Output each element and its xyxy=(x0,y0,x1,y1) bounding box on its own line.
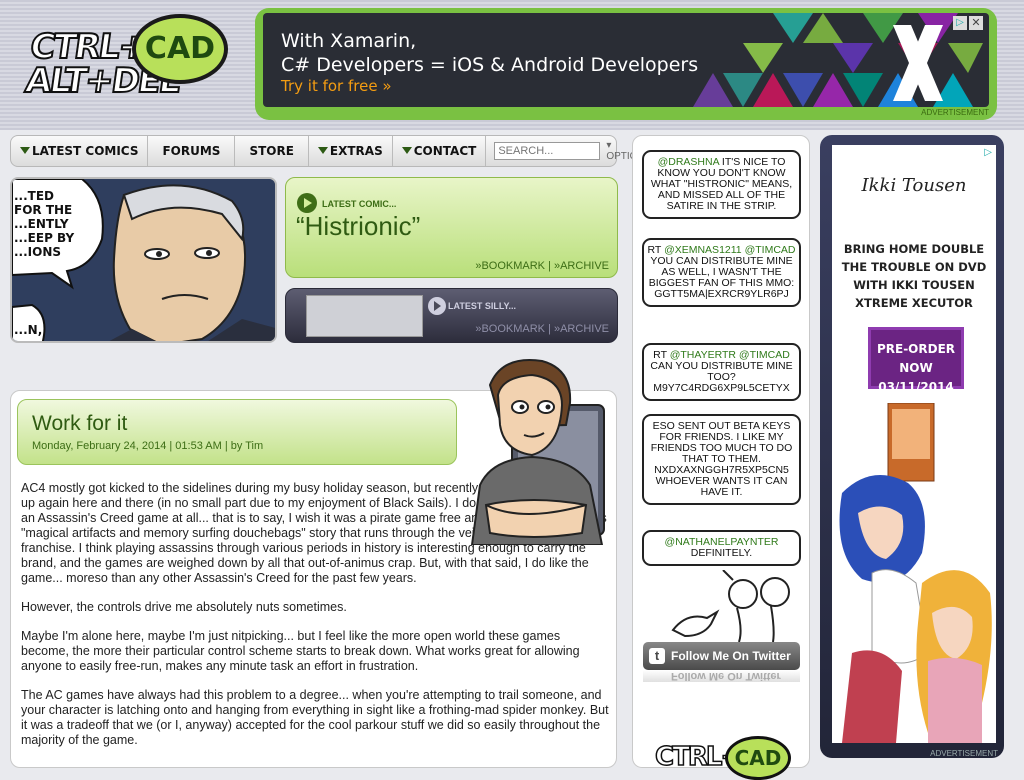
comic-speech-text-2: ...N, xyxy=(14,323,43,337)
side-ad-brand: Ikki Tousen xyxy=(861,175,967,196)
logo-cad-badge: CAD xyxy=(132,14,228,84)
tweet[interactable]: ESO SENT OUT BETA KEYS FOR FRIENDS. I LI… xyxy=(642,414,801,505)
post-paragraph-4: The AC games have always had this proble… xyxy=(21,688,609,747)
play-icon[interactable] xyxy=(297,193,317,213)
top-ad-content[interactable]: With Xamarin, C# Developers = iOS & Andr… xyxy=(263,13,989,107)
latest-comic-links[interactable]: »BOOKMARK | »ARCHIVE xyxy=(475,260,609,272)
nav-contact[interactable]: CONTACT xyxy=(393,136,487,166)
side-ad-preorder-button[interactable]: PRE-ORDER NOW 03/11/2014 xyxy=(868,327,964,394)
twitter-icon: t xyxy=(649,648,665,664)
play-icon[interactable] xyxy=(428,297,446,315)
latest-silly-label: LATEST SILLY... xyxy=(448,301,517,311)
latest-comic-label: LATEST COMIC... xyxy=(322,199,397,209)
top-ad-label: ADVERTISEMENT xyxy=(921,108,989,117)
post-meta: Monday, February 24, 2014 | 01:53 AM | b… xyxy=(32,440,264,452)
dropdown-arrow-icon xyxy=(317,147,328,154)
top-ad-headline: With Xamarin, C# Developers = iOS & Andr… xyxy=(281,30,699,76)
side-ad-artwork xyxy=(839,403,992,743)
silly-thumbnail[interactable] xyxy=(306,295,423,337)
side-ad-text: BRING HOME DOUBLE THE TROUBLE ON DVD WIT… xyxy=(841,242,987,310)
ad-info-icon[interactable]: ▷ xyxy=(953,16,967,30)
nav-latest-comics[interactable]: LATEST COMICS xyxy=(11,136,149,166)
dropdown-arrow-icon xyxy=(20,147,30,154)
side-ad-content[interactable]: ▷ Ikki Tousen BRING HOME DOUBLE THE TROU… xyxy=(832,145,996,743)
follow-twitter-button[interactable]: t Follow Me On Twitter xyxy=(643,642,800,670)
ad-close-icon[interactable]: ✕ xyxy=(969,16,983,30)
follow-button-reflection: Follow Me On Twitter xyxy=(643,670,800,682)
main-nav: LATEST COMICS FORUMS STORE EXTRAS CONTAC… xyxy=(10,135,666,167)
twitter-feed: @DRASHNA IT'S NICE TO KNOW YOU DON'T KNO… xyxy=(632,135,810,780)
top-ad-cta[interactable]: Try it for free » xyxy=(281,77,392,95)
latest-silly-box[interactable]: LATEST SILLY... »BOOKMARK | »ARCHIVE xyxy=(285,288,618,343)
post-header: Work for it Monday, February 24, 2014 | … xyxy=(17,399,457,465)
tweet[interactable]: RT @THAYERTR @TIMCAD CAN YOU DISTRIBUTE … xyxy=(642,343,801,401)
tweet[interactable]: @DRASHNA IT'S NICE TO KNOW YOU DON'T KNO… xyxy=(642,150,801,219)
ad-info-icon[interactable]: ▷ xyxy=(984,147,992,158)
latest-comic-box[interactable]: LATEST COMIC... “Histrionic” »BOOKMARK |… xyxy=(285,177,618,278)
post-title[interactable]: Work for it xyxy=(32,412,127,436)
latest-comic-title[interactable]: “Histrionic” xyxy=(296,211,420,242)
twitter-cartoon xyxy=(671,570,790,642)
nav-forums[interactable]: FORUMS xyxy=(148,136,236,166)
nav-store[interactable]: STORE xyxy=(235,136,309,166)
tweet[interactable]: RT @XEMNAS1211 @TIMCAD YOU CAN DISTRIBUT… xyxy=(642,238,801,307)
top-ad-triangles xyxy=(693,13,983,107)
author-avatar xyxy=(470,359,605,545)
search-input[interactable] xyxy=(494,142,601,160)
latest-comic-preview[interactable]: ...TED FOR THE ...ENTLY ...EEP BY ...ION… xyxy=(10,177,277,343)
post-paragraph-2: However, the controls drive me absolutel… xyxy=(21,600,347,614)
dropdown-arrow-icon xyxy=(401,147,412,154)
footer-logo[interactable]: CTRL+ CAD xyxy=(654,736,795,780)
latest-silly-links[interactable]: »BOOKMARK | »ARCHIVE xyxy=(475,323,609,335)
post-author-link[interactable]: Tim xyxy=(245,440,263,452)
site-logo[interactable]: CTRL+ ALT+DEL CAD xyxy=(20,8,238,128)
nav-extras[interactable]: EXTRAS xyxy=(309,136,393,166)
comic-speech-text: ...TED FOR THE ...ENTLY ...EEP BY ...ION… xyxy=(14,189,75,259)
side-banner-ad[interactable]: ▷ Ikki Tousen BRING HOME DOUBLE THE TROU… xyxy=(820,135,1004,758)
tweet[interactable]: @NATHANELPAYNTER DEFINITELY. xyxy=(642,530,801,566)
side-ad-label: ADVERTISEMENT xyxy=(930,749,998,758)
top-banner-ad[interactable]: With Xamarin, C# Developers = iOS & Andr… xyxy=(255,8,997,120)
post-paragraph-3: Maybe I'm alone here, maybe I'm just nit… xyxy=(21,629,580,673)
